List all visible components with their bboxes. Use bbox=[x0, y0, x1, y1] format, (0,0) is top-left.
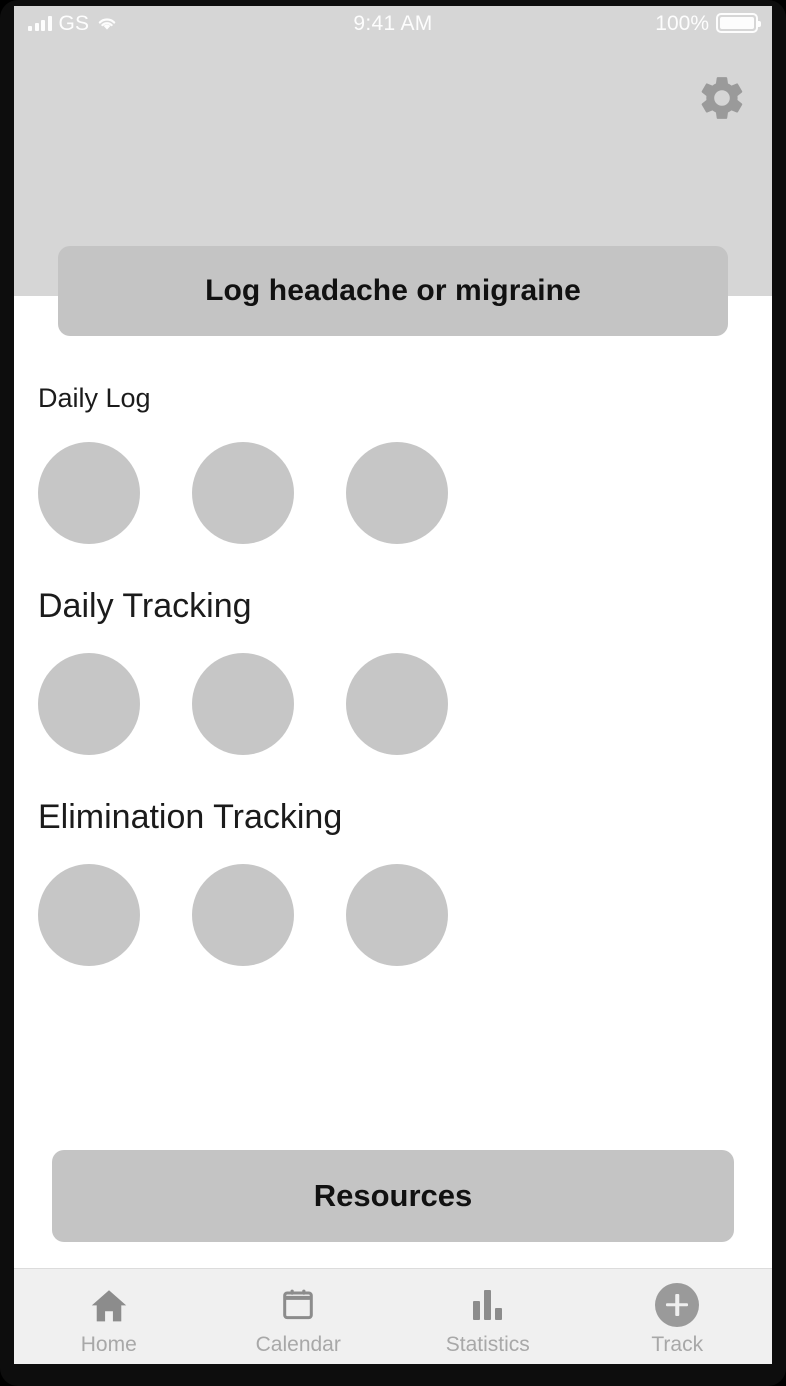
placeholder-circle[interactable] bbox=[38, 441, 140, 544]
battery-percent-label: 100% bbox=[655, 11, 709, 35]
battery-full-icon bbox=[716, 13, 761, 33]
calendar-icon bbox=[275, 1283, 321, 1327]
placeholder-circle[interactable] bbox=[192, 653, 294, 756]
signal-bars-icon bbox=[28, 15, 52, 31]
tab-label: Home bbox=[80, 1332, 137, 1356]
tab-label: Statistics bbox=[445, 1332, 530, 1356]
main-content: Log headache or migraine Daily Log Daily… bbox=[14, 246, 772, 1268]
plus-circle-icon bbox=[654, 1282, 700, 1327]
section-title: Daily Log bbox=[38, 383, 151, 413]
tab-label: Calendar bbox=[255, 1332, 341, 1356]
log-headache-button[interactable]: Log headache or migraine bbox=[58, 246, 728, 336]
tab-track[interactable]: Track bbox=[583, 1269, 773, 1364]
carrier-label: GS bbox=[58, 11, 90, 35]
placeholder-circle[interactable] bbox=[192, 441, 294, 544]
sections-list: Daily Log Daily Tracking Elimination Tra… bbox=[38, 296, 748, 967]
app-screen: GS 9:41 AM 100% Log headache or migraine… bbox=[14, 6, 772, 1364]
home-icon bbox=[86, 1283, 132, 1327]
section-title: Daily Tracking bbox=[38, 586, 252, 625]
tab-calendar[interactable]: Calendar bbox=[204, 1269, 394, 1364]
section-daily-log: Daily Log bbox=[38, 383, 748, 544]
status-bar: GS 9:41 AM 100% bbox=[14, 6, 772, 40]
section-daily-tracking: Daily Tracking bbox=[38, 586, 748, 756]
placeholder-circle-row bbox=[38, 864, 748, 967]
gear-icon bbox=[696, 72, 748, 129]
placeholder-circle[interactable] bbox=[38, 653, 140, 756]
tab-home[interactable]: Home bbox=[14, 1269, 204, 1364]
tab-statistics[interactable]: Statistics bbox=[393, 1269, 583, 1364]
bar-chart-icon bbox=[465, 1283, 511, 1327]
placeholder-circle[interactable] bbox=[192, 864, 294, 967]
placeholder-circle-row bbox=[38, 653, 748, 756]
placeholder-circle[interactable] bbox=[38, 864, 140, 967]
wifi-icon bbox=[96, 15, 118, 31]
status-bar-left: GS bbox=[28, 13, 118, 34]
tab-label: Track bbox=[651, 1332, 704, 1356]
placeholder-circle[interactable] bbox=[346, 864, 448, 967]
phone-frame: GS 9:41 AM 100% Log headache or migraine… bbox=[0, 0, 786, 1386]
section-title: Elimination Tracking bbox=[38, 798, 343, 837]
placeholder-circle[interactable] bbox=[346, 653, 448, 756]
placeholder-circle-row bbox=[38, 441, 748, 544]
bottom-tab-bar: Home Calendar Statistics Track bbox=[14, 1268, 772, 1364]
section-elimination-tracking: Elimination Tracking bbox=[38, 798, 748, 967]
settings-button[interactable] bbox=[694, 72, 750, 128]
status-bar-right: 100% bbox=[655, 11, 761, 35]
placeholder-circle[interactable] bbox=[346, 441, 448, 544]
resources-button[interactable]: Resources bbox=[52, 1150, 734, 1242]
